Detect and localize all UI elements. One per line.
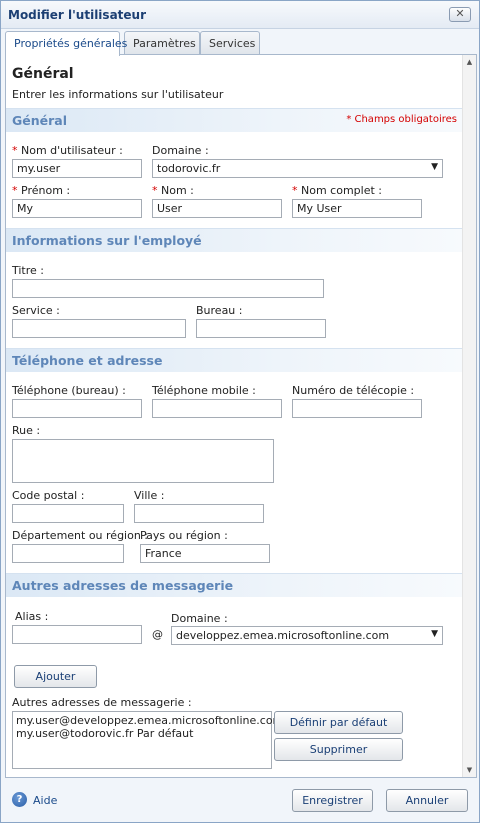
office-phone-input[interactable] (12, 399, 142, 418)
domain-label: Domaine : (152, 144, 209, 157)
required-fields-note: * Champs obligatoires (346, 114, 457, 125)
section-general-header: Général * Champs obligatoires (6, 108, 463, 132)
fax-input[interactable] (292, 399, 422, 418)
required-mark: * (152, 184, 158, 197)
chevron-down-icon: ▼ (431, 629, 438, 639)
save-button[interactable]: Enregistrer (292, 789, 373, 812)
addresses-list-label: Autres adresses de messagerie : (12, 696, 192, 709)
section-general-title: Général (12, 113, 67, 128)
required-mark: * (12, 184, 18, 197)
alias-label: Alias : (15, 610, 49, 623)
country-input[interactable] (140, 544, 270, 563)
cancel-button[interactable]: Annuler (386, 789, 468, 812)
help-link[interactable]: Aide (33, 794, 57, 807)
addresses-list[interactable]: my.user@developpez.emea.microsoftonline.… (12, 711, 283, 769)
dialog-window: Modifier l'utilisateur ✕ Propriétés géné… (0, 0, 480, 823)
fax-label: Numéro de télécopie : (292, 384, 415, 397)
state-input[interactable] (12, 544, 124, 563)
zip-input[interactable] (12, 504, 124, 523)
dialog-title: Modifier l'utilisateur (8, 8, 146, 22)
office-phone-label: Téléphone (bureau) : (12, 384, 126, 397)
section-phone-title: Téléphone et adresse (12, 353, 163, 368)
scroll-up-icon[interactable]: ▲ (463, 55, 476, 69)
section-email-header: Autres adresses de messagerie (6, 573, 463, 597)
tab-label: Paramètres (133, 37, 196, 50)
add-address-button[interactable]: Ajouter (14, 665, 97, 688)
department-input[interactable] (12, 319, 186, 338)
close-icon: ✕ (455, 7, 465, 20)
lastname-label-text: Nom : (161, 184, 194, 197)
alias-input[interactable] (12, 625, 142, 644)
job-title-label: Titre : (12, 264, 45, 277)
section-employee-title: Informations sur l'employé (12, 233, 202, 248)
lastname-label: * Nom : (152, 184, 194, 197)
department-label: Service : (12, 304, 60, 317)
domain-select-value: todorovic.fr (157, 162, 221, 175)
lastname-input[interactable] (152, 199, 282, 218)
required-mark: * (12, 144, 18, 157)
fullname-label: * Nom complet : (292, 184, 382, 197)
mobile-phone-label: Téléphone mobile : (152, 384, 256, 397)
mobile-phone-input[interactable] (152, 399, 282, 418)
fullname-input[interactable] (292, 199, 422, 218)
firstname-label: * Prénom : (12, 184, 70, 197)
firstname-input[interactable] (12, 199, 142, 218)
tab-label: Propriétés générales (14, 37, 128, 50)
vertical-scrollbar[interactable]: ▲ ▼ (462, 55, 476, 777)
delete-address-button[interactable]: Supprimer (274, 738, 403, 761)
country-label: Pays ou région : (140, 529, 228, 542)
tab-content: Général Entrer les informations sur l'ut… (5, 54, 477, 778)
city-label: Ville : (134, 489, 165, 502)
zip-label: Code postal : (12, 489, 85, 502)
close-button[interactable]: ✕ (449, 7, 471, 22)
street-textarea[interactable] (12, 439, 274, 483)
firstname-label-text: Prénom : (21, 184, 71, 197)
section-phone-header: Téléphone et adresse (6, 348, 463, 372)
username-label-text: Nom d'utilisateur : (21, 144, 123, 157)
scroll-down-icon[interactable]: ▼ (463, 763, 476, 777)
tab-general-properties[interactable]: Propriétés générales (5, 31, 127, 56)
tab-services[interactable]: Services (200, 31, 260, 55)
dialog-footer: ? Aide Enregistrer Annuler (1, 781, 479, 822)
list-item[interactable]: my.user@developpez.emea.microsoftonline.… (16, 714, 283, 727)
office-label: Bureau : (196, 304, 243, 317)
help-icon[interactable]: ? (12, 792, 27, 807)
city-input[interactable] (134, 504, 264, 523)
fullname-label-text: Nom complet : (301, 184, 382, 197)
username-input[interactable] (12, 159, 142, 178)
email-domain-select-value: developpez.emea.microsoftonline.com (176, 629, 390, 642)
section-employee-header: Informations sur l'employé (6, 228, 463, 252)
tab-label: Services (209, 37, 256, 50)
job-title-input[interactable] (12, 279, 324, 298)
chevron-down-icon: ▼ (431, 162, 438, 172)
required-mark: * (292, 184, 298, 197)
username-label: * Nom d'utilisateur : (12, 144, 123, 157)
tab-settings[interactable]: Paramètres (124, 31, 200, 55)
office-input[interactable] (196, 319, 326, 338)
domain-select[interactable]: todorovic.fr ▼ (152, 159, 443, 178)
street-label: Rue : (12, 424, 41, 437)
page-subtitle: Entrer les informations sur l'utilisateu… (12, 88, 224, 101)
set-default-button[interactable]: Définir par défaut (274, 711, 403, 734)
page-title: Général (12, 66, 74, 82)
section-email-title: Autres adresses de messagerie (12, 578, 234, 593)
state-label: Département ou région : (12, 529, 149, 542)
title-bar: Modifier l'utilisateur ✕ (1, 1, 479, 29)
email-domain-label: Domaine : (171, 612, 228, 625)
at-sign: @ (152, 628, 163, 641)
email-domain-select[interactable]: developpez.emea.microsoftonline.com ▼ (171, 626, 443, 645)
list-item[interactable]: my.user@todorovic.fr Par défaut (16, 727, 268, 740)
